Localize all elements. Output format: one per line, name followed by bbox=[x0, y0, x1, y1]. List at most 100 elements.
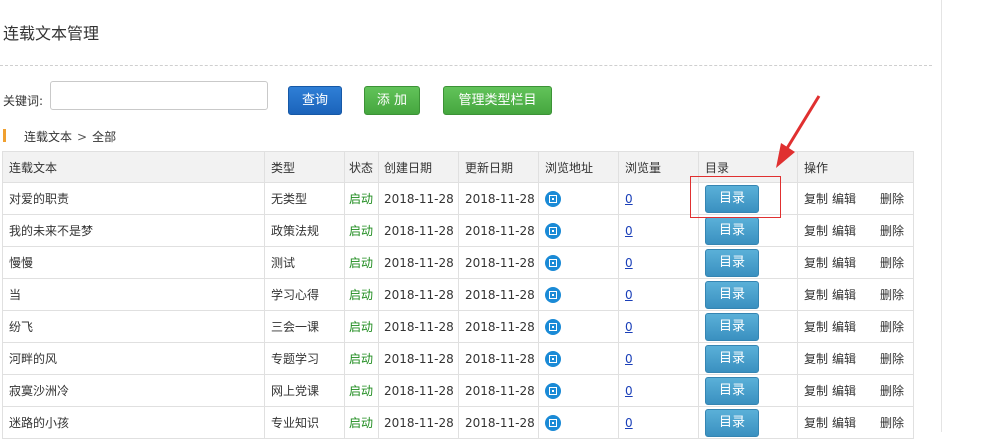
breadcrumb-current: 全部 bbox=[92, 130, 117, 144]
cell-created: 2018-11-28 bbox=[378, 374, 459, 407]
cell-type: 三会一课 bbox=[264, 310, 345, 343]
cell-status[interactable]: 启动 bbox=[344, 246, 379, 279]
cell-directory: 目录 bbox=[698, 406, 798, 439]
cell-status[interactable]: 启动 bbox=[344, 182, 379, 215]
cell-views: 0 bbox=[618, 310, 699, 343]
cell-views: 0 bbox=[618, 214, 699, 247]
table-row: 我的未来不是梦 政策法规 启动 2018-11-28 2018-11-28 0 目录 复制 编辑… bbox=[2, 214, 914, 247]
edit-link[interactable]: 编辑 bbox=[832, 224, 856, 238]
cell-status[interactable]: 启动 bbox=[344, 310, 379, 343]
cell-type: 网上党课 bbox=[264, 374, 345, 407]
delete-link[interactable]: 删除 bbox=[880, 320, 904, 334]
qrcode-icon[interactable] bbox=[545, 222, 561, 239]
qrcode-icon[interactable] bbox=[545, 190, 561, 207]
cell-operations: 复制 编辑 删除 bbox=[797, 310, 914, 343]
copy-link[interactable]: 复制 bbox=[804, 320, 828, 334]
qrcode-icon[interactable] bbox=[545, 350, 561, 367]
cell-title[interactable]: 当 bbox=[2, 278, 265, 311]
delete-link[interactable]: 删除 bbox=[880, 384, 904, 398]
edit-link[interactable]: 编辑 bbox=[832, 384, 856, 398]
cell-type: 测试 bbox=[264, 246, 345, 279]
copy-link[interactable]: 复制 bbox=[804, 288, 828, 302]
breadcrumb-root[interactable]: 连载文本 bbox=[24, 130, 72, 144]
search-label: 关键词: bbox=[3, 94, 44, 108]
delete-link[interactable]: 删除 bbox=[880, 288, 904, 302]
directory-button[interactable]: 目录 bbox=[705, 344, 759, 373]
cell-title[interactable]: 河畔的风 bbox=[2, 342, 265, 375]
delete-link[interactable]: 删除 bbox=[880, 256, 904, 270]
views-link[interactable]: 0 bbox=[625, 288, 633, 302]
directory-button[interactable]: 目录 bbox=[705, 312, 759, 341]
cell-title[interactable]: 迷路的小孩 bbox=[2, 406, 265, 439]
directory-button[interactable]: 目录 bbox=[705, 408, 759, 437]
copy-link[interactable]: 复制 bbox=[804, 224, 828, 238]
qrcode-icon[interactable] bbox=[545, 414, 561, 431]
views-link[interactable]: 0 bbox=[625, 384, 633, 398]
copy-link[interactable]: 复制 bbox=[804, 192, 828, 206]
views-link[interactable]: 0 bbox=[625, 352, 633, 366]
cell-views: 0 bbox=[618, 182, 699, 215]
annotation-highlight-box bbox=[690, 176, 781, 218]
breadcrumb-separator: > bbox=[77, 130, 88, 144]
cell-title[interactable]: 寂寞沙洲冷 bbox=[2, 374, 265, 407]
copy-link[interactable]: 复制 bbox=[804, 384, 828, 398]
qrcode-icon[interactable] bbox=[545, 318, 561, 335]
copy-link[interactable]: 复制 bbox=[804, 256, 828, 270]
cell-status[interactable]: 启动 bbox=[344, 374, 379, 407]
cell-title[interactable]: 慢慢 bbox=[2, 246, 265, 279]
manage-type-button[interactable]: 管理类型栏目 bbox=[443, 86, 552, 115]
header-views: 浏览量 bbox=[618, 151, 699, 183]
directory-button[interactable]: 目录 bbox=[705, 216, 759, 245]
header-browse-url: 浏览地址 bbox=[538, 151, 619, 183]
cell-browse-url bbox=[538, 374, 619, 407]
cell-status[interactable]: 启动 bbox=[344, 278, 379, 311]
query-button[interactable]: 查询 bbox=[288, 86, 342, 115]
directory-button[interactable]: 目录 bbox=[705, 376, 759, 405]
delete-link[interactable]: 删除 bbox=[880, 352, 904, 366]
views-link[interactable]: 0 bbox=[625, 224, 633, 238]
cell-status[interactable]: 启动 bbox=[344, 406, 379, 439]
table-row: 迷路的小孩 专业知识 启动 2018-11-28 2018-11-28 0 目录 复制 编辑 删除 bbox=[2, 406, 914, 439]
delete-link[interactable]: 删除 bbox=[880, 224, 904, 238]
cell-updated: 2018-11-28 bbox=[458, 214, 539, 247]
edit-link[interactable]: 编辑 bbox=[832, 416, 856, 430]
cell-status[interactable]: 启动 bbox=[344, 342, 379, 375]
views-link[interactable]: 0 bbox=[625, 256, 633, 270]
edit-link[interactable]: 编辑 bbox=[832, 288, 856, 302]
cell-directory: 目录 bbox=[698, 310, 798, 343]
cell-type: 专业知识 bbox=[264, 406, 345, 439]
edit-link[interactable]: 编辑 bbox=[832, 256, 856, 270]
directory-button[interactable]: 目录 bbox=[705, 280, 759, 309]
delete-link[interactable]: 删除 bbox=[880, 192, 904, 206]
copy-link[interactable]: 复制 bbox=[804, 416, 828, 430]
edit-link[interactable]: 编辑 bbox=[832, 320, 856, 334]
qrcode-icon[interactable] bbox=[545, 382, 561, 399]
cell-operations: 复制 编辑 删除 bbox=[797, 406, 914, 439]
cell-operations: 复制 编辑 删除 bbox=[797, 246, 914, 279]
cell-views: 0 bbox=[618, 342, 699, 375]
cell-title[interactable]: 纷飞 bbox=[2, 310, 265, 343]
cell-status[interactable]: 启动 bbox=[344, 214, 379, 247]
delete-link[interactable]: 删除 bbox=[880, 416, 904, 430]
cell-browse-url bbox=[538, 406, 619, 439]
cell-updated: 2018-11-28 bbox=[458, 374, 539, 407]
edit-link[interactable]: 编辑 bbox=[832, 352, 856, 366]
copy-link[interactable]: 复制 bbox=[804, 352, 828, 366]
cell-views: 0 bbox=[618, 374, 699, 407]
cell-title[interactable]: 我的未来不是梦 bbox=[2, 214, 265, 247]
page-right-divider bbox=[941, 0, 942, 432]
views-link[interactable]: 0 bbox=[625, 320, 633, 334]
qrcode-icon[interactable] bbox=[545, 286, 561, 303]
cell-directory: 目录 bbox=[698, 342, 798, 375]
views-link[interactable]: 0 bbox=[625, 416, 633, 430]
edit-link[interactable]: 编辑 bbox=[832, 192, 856, 206]
cell-title[interactable]: 对爱的职责 bbox=[2, 182, 265, 215]
add-button[interactable]: 添 加 bbox=[364, 86, 420, 115]
directory-button[interactable]: 目录 bbox=[705, 248, 759, 277]
table-row: 寂寞沙洲冷 网上党课 启动 2018-11-28 2018-11-28 0 目录 复制 编辑 删除 bbox=[2, 374, 914, 407]
qrcode-icon[interactable] bbox=[545, 254, 561, 271]
views-link[interactable]: 0 bbox=[625, 192, 633, 206]
cell-directory: 目录 bbox=[698, 374, 798, 407]
search-input[interactable] bbox=[50, 81, 268, 110]
header-updated: 更新日期 bbox=[458, 151, 539, 183]
